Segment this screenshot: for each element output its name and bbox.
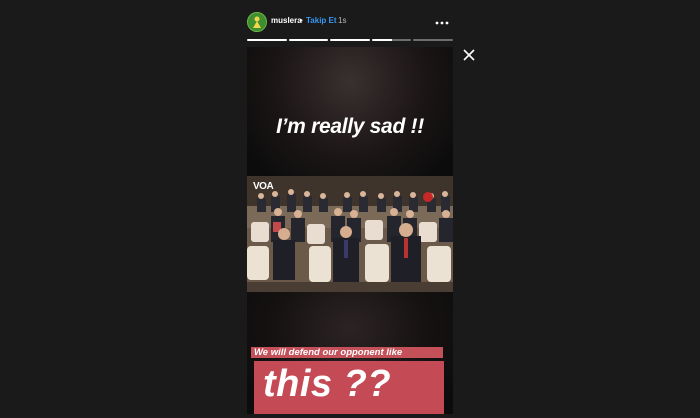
timestamp: 1s [338, 16, 347, 25]
story-caption-line1: We will defend our opponent like [254, 347, 403, 358]
progress-segment [288, 39, 329, 41]
video-scene-illustration [247, 176, 453, 292]
follow-button[interactable]: Takip Et [306, 16, 337, 25]
progress-segment [247, 39, 287, 41]
separator-dot: • [300, 16, 303, 25]
story-viewer: muslera • Takip Et 1s I’m really sad !! [0, 0, 700, 418]
profile-avatar-icon[interactable] [247, 12, 267, 32]
story-progress-bar [247, 39, 453, 41]
more-options-icon[interactable] [435, 15, 449, 25]
story-caption-line2: this ?? [263, 363, 392, 405]
progress-segment [371, 39, 412, 41]
record-indicator-icon [423, 192, 433, 202]
progress-segment [413, 39, 453, 41]
story-caption-top: I’m really sad !! [276, 115, 424, 138]
progress-segment [330, 39, 370, 41]
video-clip: VOA [247, 176, 453, 292]
username[interactable]: muslera [271, 16, 302, 25]
voa-logo: VOA [253, 181, 274, 192]
story-content[interactable]: I’m really sad !! VOA We will defend our… [247, 47, 453, 414]
story-header: muslera • Takip Et 1s [247, 10, 453, 34]
close-icon[interactable] [462, 48, 476, 62]
